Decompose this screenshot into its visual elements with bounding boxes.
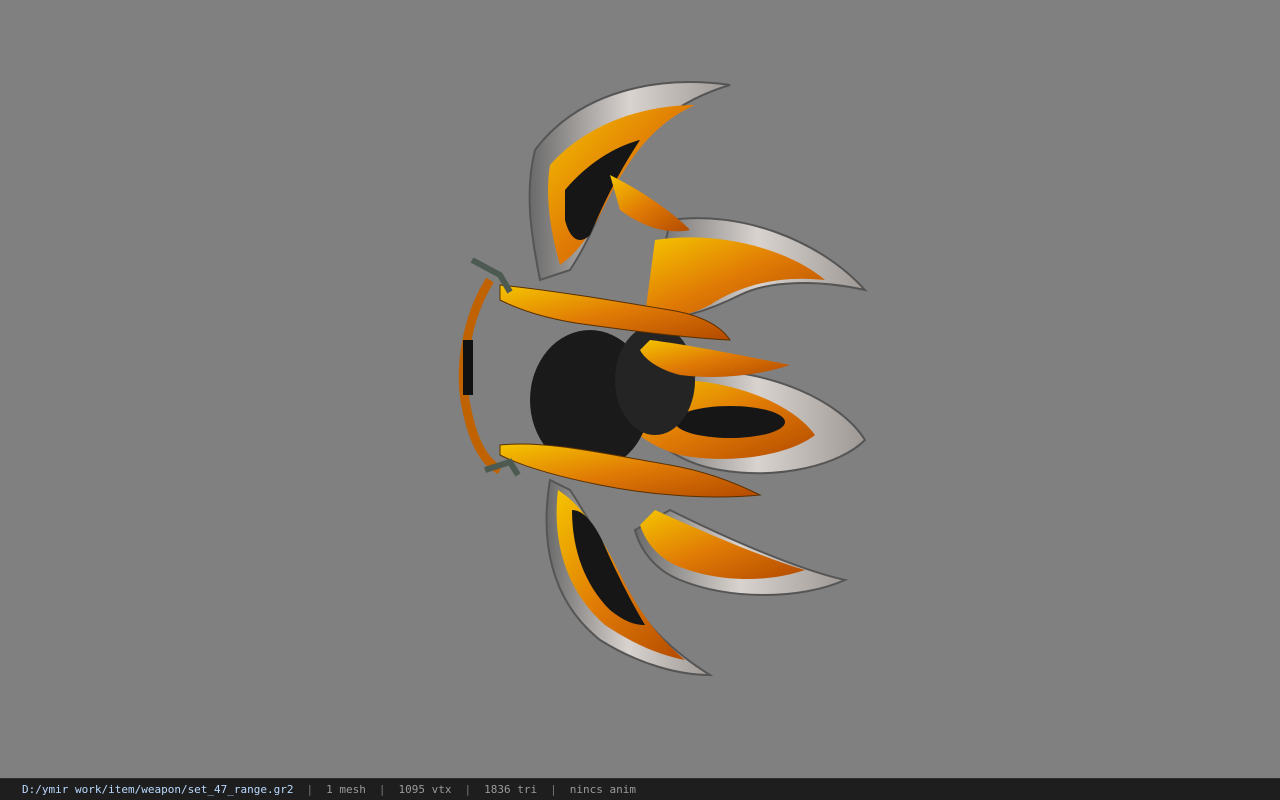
status-bar: D:/ymir work/item/weapon/set_47_range.gr…	[0, 778, 1280, 800]
3d-viewport[interactable]	[0, 0, 1280, 778]
vertex-count: 1095 vtx	[398, 783, 452, 796]
separator: |	[550, 783, 557, 796]
separator: |	[306, 783, 314, 796]
animation-status: nincs anim	[569, 783, 636, 796]
triangle-count: 1836 tri	[484, 783, 538, 796]
separator: |	[464, 783, 472, 796]
bow-weapon-model[interactable]	[440, 70, 880, 690]
file-path: D:/ymir work/item/weapon/set_47_range.gr…	[22, 783, 294, 796]
mesh-count: 1 mesh	[326, 783, 366, 796]
separator: |	[378, 783, 386, 796]
